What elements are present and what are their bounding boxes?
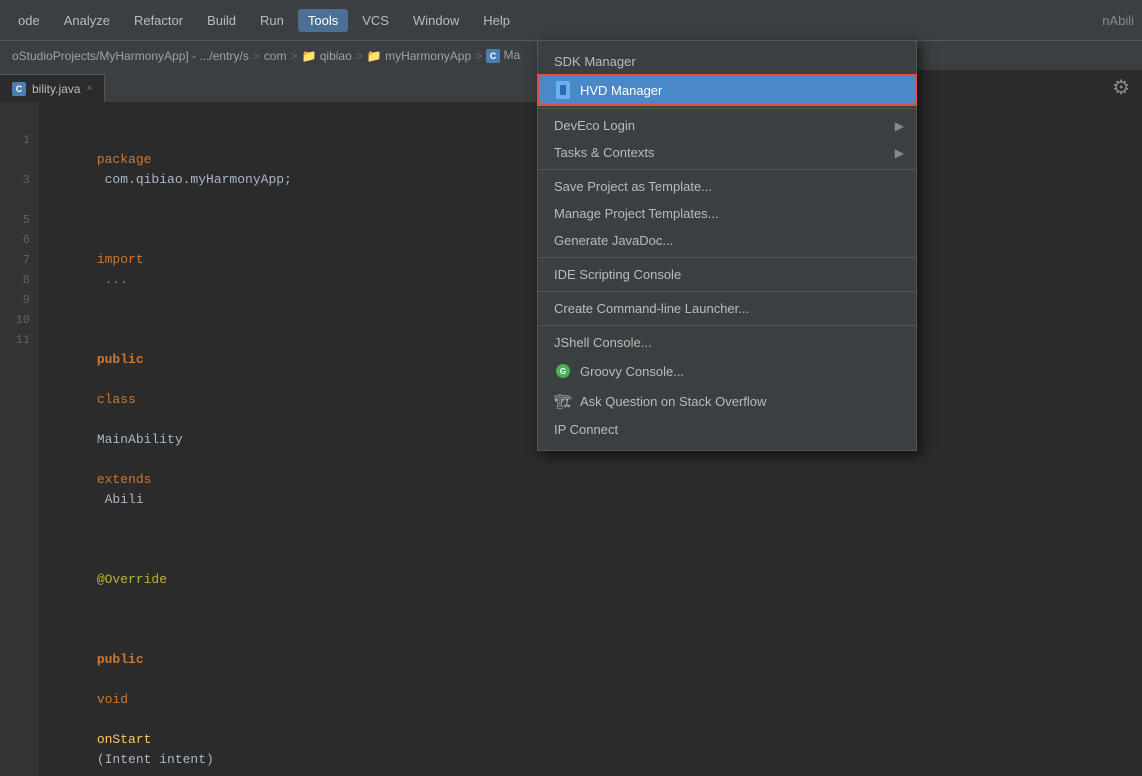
- stackoverflow-label: Ask Question on Stack Overflow: [580, 394, 766, 409]
- menu-item-hvd-manager[interactable]: HVD Manager: [538, 75, 916, 105]
- deveco-login-arrow: ▶: [895, 119, 904, 133]
- menu-item-stackoverflow[interactable]: 🏗 Ask Question on Stack Overflow: [538, 386, 916, 416]
- cmdline-launcher-label: Create Command-line Launcher...: [554, 301, 749, 316]
- generate-javadoc-label: Generate JavaDoc...: [554, 233, 673, 248]
- menu-item-tasks-contexts[interactable]: Tasks & Contexts ▶: [538, 139, 916, 166]
- dropdown-overlay: SDK Manager HVD Manager DevEco Login ▶ T…: [0, 0, 1142, 776]
- tools-dropdown-menu: SDK Manager HVD Manager DevEco Login ▶ T…: [537, 40, 917, 451]
- menu-item-manage-templates[interactable]: Manage Project Templates...: [538, 200, 916, 227]
- ide-scripting-label: IDE Scripting Console: [554, 267, 681, 282]
- menu-item-deveco-login[interactable]: DevEco Login ▶: [538, 112, 916, 139]
- hvd-manager-icon: [554, 81, 572, 99]
- menu-item-generate-javadoc[interactable]: Generate JavaDoc...: [538, 227, 916, 254]
- menu-item-sdk-manager[interactable]: SDK Manager: [538, 48, 916, 75]
- menu-section-deveco: DevEco Login ▶ Tasks & Contexts ▶: [538, 109, 916, 170]
- menu-item-cmdline-launcher[interactable]: Create Command-line Launcher...: [538, 295, 916, 322]
- stackoverflow-icon: 🏗: [554, 392, 572, 410]
- menu-section-sdk: SDK Manager HVD Manager: [538, 45, 916, 109]
- manage-templates-label: Manage Project Templates...: [554, 206, 719, 221]
- sdk-manager-label: SDK Manager: [554, 54, 636, 69]
- hvd-phone-icon: [556, 81, 570, 99]
- groovy-icon: G: [554, 362, 572, 380]
- menu-item-ip-connect[interactable]: IP Connect: [538, 416, 916, 443]
- groovy-console-label: Groovy Console...: [580, 364, 684, 379]
- tasks-contexts-label: Tasks & Contexts: [554, 145, 654, 160]
- menu-section-consoles: JShell Console... G Groovy Console... 🏗 …: [538, 326, 916, 446]
- menu-item-jshell[interactable]: JShell Console...: [538, 329, 916, 356]
- menu-item-save-project[interactable]: Save Project as Template...: [538, 173, 916, 200]
- tasks-contexts-arrow: ▶: [895, 146, 904, 160]
- ip-connect-label: IP Connect: [554, 422, 618, 437]
- jshell-label: JShell Console...: [554, 335, 652, 350]
- hvd-manager-label: HVD Manager: [580, 83, 662, 98]
- menu-section-cmdline: Create Command-line Launcher...: [538, 292, 916, 326]
- menu-item-ide-scripting[interactable]: IDE Scripting Console: [538, 261, 916, 288]
- menu-item-groovy-console[interactable]: G Groovy Console...: [538, 356, 916, 386]
- groovy-circle-icon: G: [556, 364, 570, 378]
- menu-section-project: Save Project as Template... Manage Proje…: [538, 170, 916, 258]
- save-project-label: Save Project as Template...: [554, 179, 712, 194]
- menu-section-ide-scripting: IDE Scripting Console: [538, 258, 916, 292]
- deveco-login-label: DevEco Login: [554, 118, 635, 133]
